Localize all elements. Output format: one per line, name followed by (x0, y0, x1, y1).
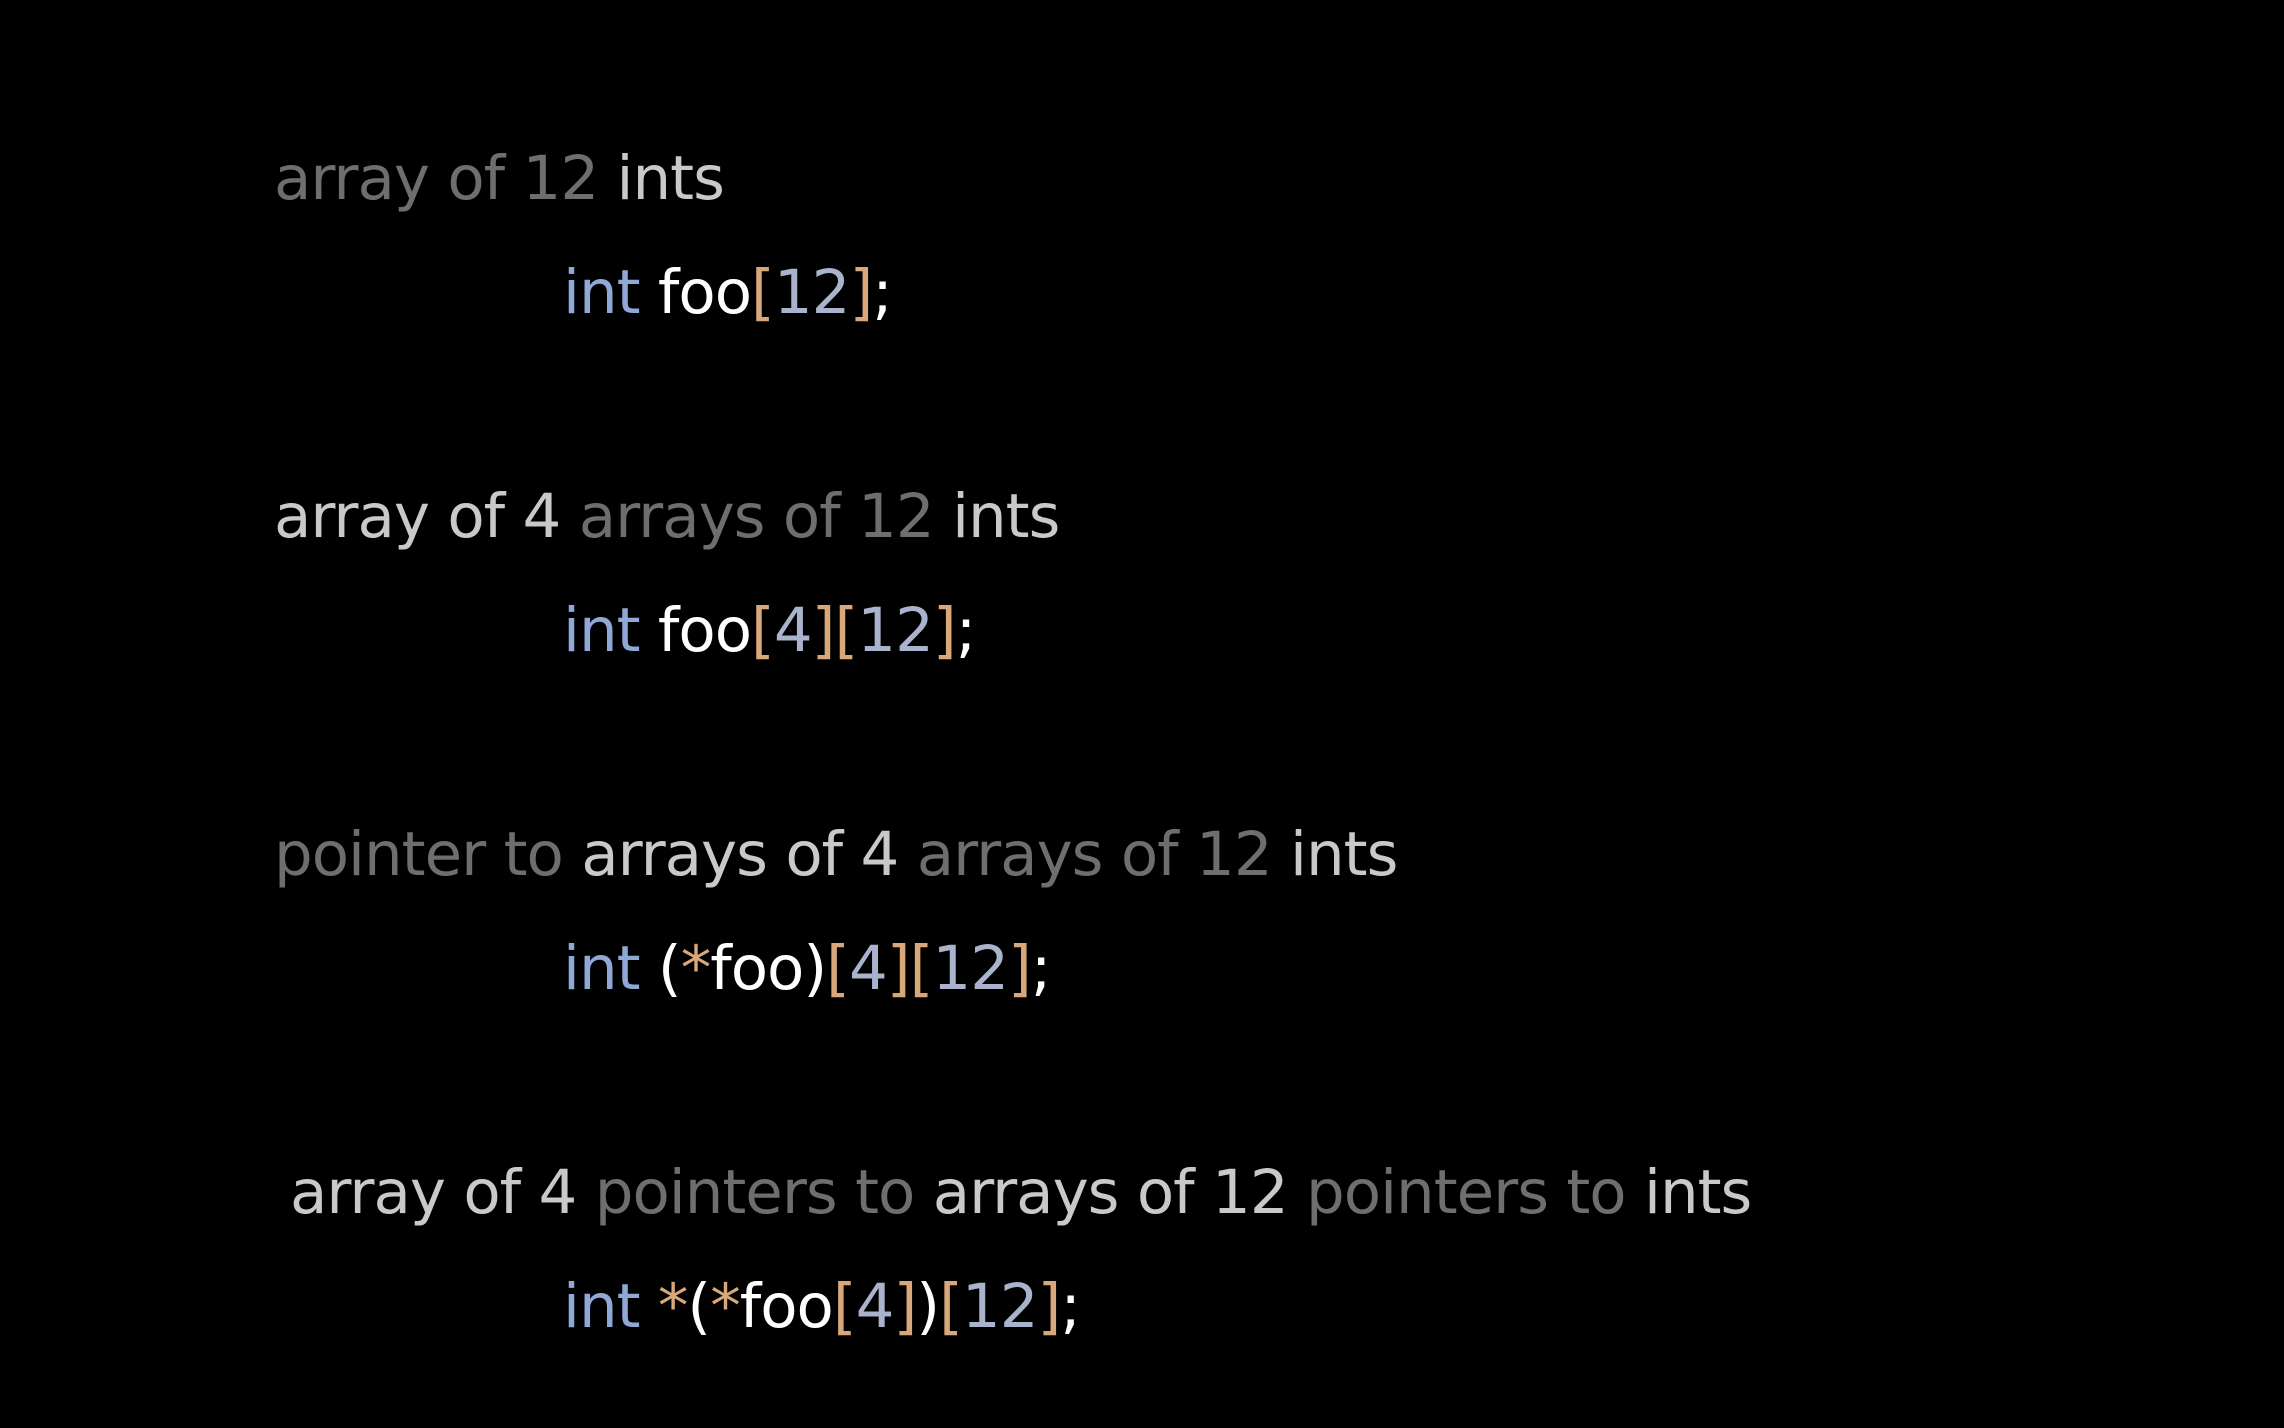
code-token: [ (909, 933, 934, 1004)
description-fragment: arrays of 4 (581, 819, 917, 890)
code-token: * (680, 933, 711, 1004)
description-2: array of 4 arrays of 12 ints (274, 486, 1060, 547)
code-token: 12 (961, 1271, 1039, 1342)
code-token: ) (803, 933, 827, 1004)
code-token: foo (710, 933, 804, 1004)
description-fragment: ints (1644, 1157, 1752, 1228)
code-token: ; (955, 595, 977, 666)
code-line-1: int foo[12]; (563, 262, 893, 323)
code-token: int (563, 933, 641, 1004)
description-fragment: pointers to (594, 1157, 933, 1228)
code-token: 12 (857, 595, 934, 666)
code-token: ( (657, 933, 682, 1004)
code-token: int (563, 595, 641, 666)
code-token: int (563, 257, 641, 328)
description-fragment: pointers to (1306, 1157, 1645, 1228)
description-fragment: ints (952, 481, 1060, 552)
code-token: ) (916, 1271, 940, 1342)
description-fragment: arrays of 12 (578, 481, 953, 552)
description-fragment: arrays of 12 (916, 819, 1291, 890)
description-fragment: ints (1290, 819, 1398, 890)
code-token: int (563, 1271, 641, 1342)
code-token: [ (751, 595, 775, 666)
code-token: ] (932, 595, 957, 666)
description-1: array of 12 ints (274, 148, 725, 209)
description-fragment: arrays of 12 (932, 1157, 1307, 1228)
code-line-3: int (*foo)[4][12]; (563, 938, 1051, 999)
code-token: [ (834, 595, 858, 666)
code-token: foo (739, 1271, 834, 1342)
description-fragment: array of 4 (274, 481, 579, 552)
description-fragment: array of 4 (290, 1157, 595, 1228)
description-3: pointer to arrays of 4 arrays of 12 ints (274, 824, 1398, 885)
code-token: 12 (932, 933, 1009, 1004)
code-token: ; (1060, 1271, 1081, 1342)
description-4: array of 4 pointers to arrays of 12 poin… (290, 1162, 1752, 1223)
code-token: * (710, 1271, 740, 1342)
code-token: foo (657, 595, 752, 666)
description-fragment: ints (616, 143, 725, 214)
code-token: ( (687, 1271, 711, 1342)
code-token: ] (811, 595, 836, 666)
code-token: * (657, 1271, 688, 1342)
code-token: ] (1008, 933, 1032, 1004)
code-token: ; (872, 257, 893, 328)
code-token: 12 (773, 257, 851, 328)
code-token: 4 (848, 933, 888, 1004)
code-token: 4 (773, 595, 813, 666)
code-token: 4 (855, 1271, 895, 1342)
code-token: [ (751, 257, 775, 328)
code-token: foo (657, 257, 752, 328)
description-fragment: pointer to (274, 819, 582, 890)
code-token: ] (1037, 1271, 1062, 1342)
code-token: ] (886, 933, 911, 1004)
code-line-4: int *(*foo[4])[12]; (563, 1276, 1081, 1337)
code-token: ] (849, 257, 873, 328)
code-token: [ (826, 933, 850, 1004)
code-token: [ (832, 1271, 857, 1342)
code-token: ] (893, 1271, 917, 1342)
code-token: ; (1030, 933, 1052, 1004)
code-token: [ (939, 1271, 963, 1342)
code-line-2: int foo[4][12]; (563, 600, 976, 661)
description-fragment: array of 12 (274, 143, 617, 214)
